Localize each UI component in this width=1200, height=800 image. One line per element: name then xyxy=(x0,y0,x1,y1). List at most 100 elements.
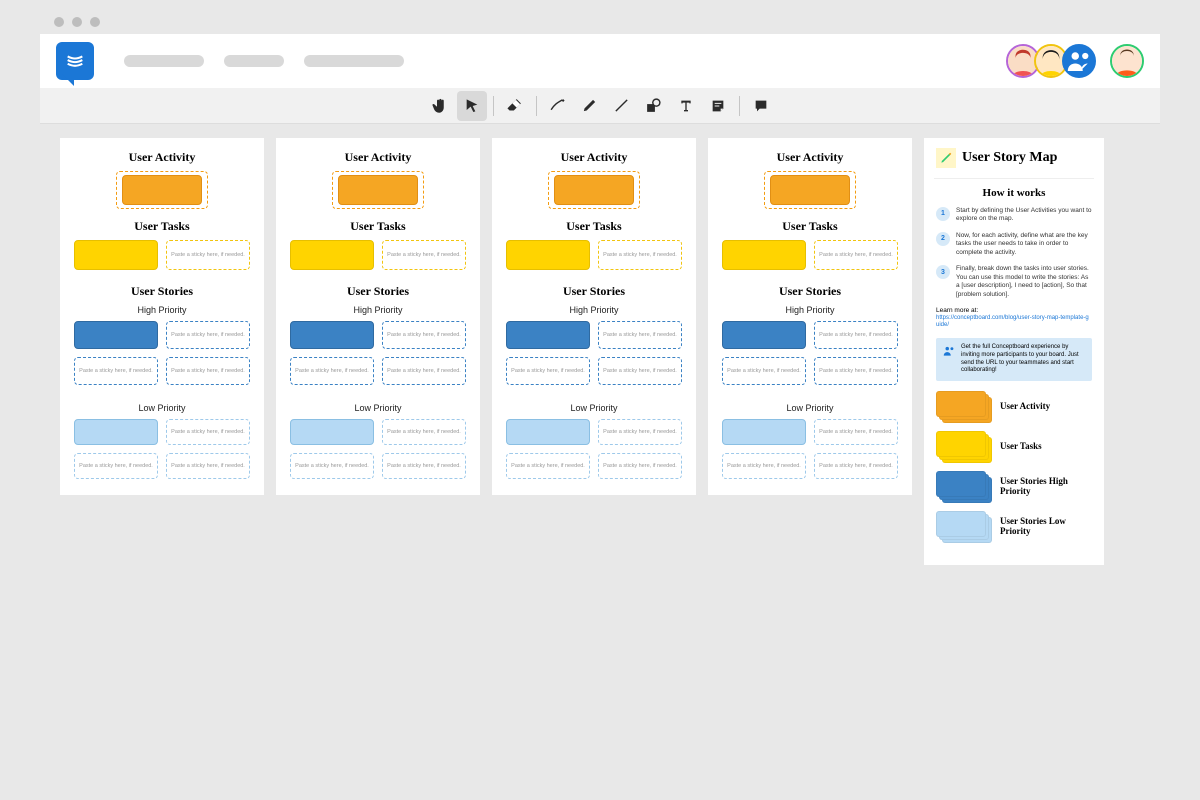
task-card[interactable] xyxy=(74,240,158,270)
story-slot[interactable]: Paste a sticky here, if needed. xyxy=(166,357,250,385)
story-slot[interactable]: Paste a sticky here, if needed. xyxy=(290,453,374,479)
breadcrumb-item[interactable] xyxy=(124,55,204,67)
story-column[interactable]: User Activity User Tasks Paste a sticky … xyxy=(276,138,480,495)
legend-item: User Activity xyxy=(936,391,1092,421)
sticky-tool[interactable] xyxy=(703,91,733,121)
story-slot[interactable]: Paste a sticky here, if needed. xyxy=(722,357,806,385)
section-heading: User Tasks xyxy=(502,219,686,234)
traffic-light-min[interactable] xyxy=(72,17,82,27)
story-slot[interactable]: Paste a sticky here, if needed. xyxy=(166,321,250,349)
add-participants-button[interactable] xyxy=(1062,44,1096,78)
section-heading: User Stories xyxy=(70,284,254,299)
section-heading: User Activity xyxy=(502,150,686,165)
story-slot[interactable]: Paste a sticky here, if needed. xyxy=(598,321,682,349)
task-slot[interactable]: Paste a sticky here, if needed. xyxy=(382,240,466,270)
story-slot[interactable]: Paste a sticky here, if needed. xyxy=(598,419,682,445)
activity-card[interactable] xyxy=(770,175,850,205)
avatar-self[interactable] xyxy=(1110,44,1144,78)
board-canvas[interactable]: User Activity User Tasks Paste a sticky … xyxy=(40,124,1160,579)
story-card-high[interactable] xyxy=(506,321,590,349)
story-slot[interactable]: Paste a sticky here, if needed. xyxy=(382,419,466,445)
toolbar-separator xyxy=(536,96,537,116)
traffic-light-max[interactable] xyxy=(90,17,100,27)
story-slot[interactable]: Paste a sticky here, if needed. xyxy=(814,321,898,349)
line-tool[interactable] xyxy=(607,91,637,121)
story-slot[interactable]: Paste a sticky here, if needed. xyxy=(74,357,158,385)
breadcrumb-item[interactable] xyxy=(304,55,404,67)
traffic-light-close[interactable] xyxy=(54,17,64,27)
app-window: User Activity User Tasks Paste a sticky … xyxy=(40,10,1160,770)
story-column[interactable]: User Activity User Tasks Paste a sticky … xyxy=(708,138,912,495)
story-slot[interactable]: Paste a sticky here, if needed. xyxy=(382,453,466,479)
learn-more: Learn more at:https://conceptboard.com/b… xyxy=(936,307,1092,328)
legend-item: User Tasks xyxy=(936,431,1092,461)
task-card[interactable] xyxy=(506,240,590,270)
activity-card[interactable] xyxy=(338,175,418,205)
story-slot[interactable]: Paste a sticky here, if needed. xyxy=(166,453,250,479)
how-heading: How it works xyxy=(936,187,1092,199)
step-item: 3Finally, break down the tasks into user… xyxy=(936,265,1092,299)
section-heading: User Tasks xyxy=(286,219,470,234)
section-heading: User Activity xyxy=(286,150,470,165)
priority-label: High Priority xyxy=(286,305,470,315)
section-heading: User Stories xyxy=(502,284,686,299)
story-card-high[interactable] xyxy=(74,321,158,349)
story-slot[interactable]: Paste a sticky here, if needed. xyxy=(722,453,806,479)
task-card[interactable] xyxy=(290,240,374,270)
priority-label: High Priority xyxy=(718,305,902,315)
hand-tool[interactable] xyxy=(425,91,455,121)
story-slot[interactable]: Paste a sticky here, if needed. xyxy=(506,357,590,385)
app-logo[interactable] xyxy=(56,42,94,80)
task-slot[interactable]: Paste a sticky here, if needed. xyxy=(166,240,250,270)
task-slot[interactable]: Paste a sticky here, if needed. xyxy=(598,240,682,270)
task-slot[interactable]: Paste a sticky here, if needed. xyxy=(814,240,898,270)
activity-slot[interactable] xyxy=(548,171,640,209)
activity-slot[interactable] xyxy=(116,171,208,209)
section-heading: User Activity xyxy=(70,150,254,165)
breadcrumb-item[interactable] xyxy=(224,55,284,67)
step-item: 1Start by defining the User Activities y… xyxy=(936,207,1092,224)
priority-label: Low Priority xyxy=(502,403,686,413)
select-tool[interactable] xyxy=(457,91,487,121)
story-slot[interactable]: Paste a sticky here, if needed. xyxy=(814,419,898,445)
shape-tool[interactable] xyxy=(639,91,669,121)
toolbar-separator xyxy=(493,96,494,116)
story-card-low[interactable] xyxy=(722,419,806,445)
story-slot[interactable]: Paste a sticky here, if needed. xyxy=(814,453,898,479)
story-column[interactable]: User Activity User Tasks Paste a sticky … xyxy=(60,138,264,495)
story-card-low[interactable] xyxy=(74,419,158,445)
toolbar xyxy=(40,88,1160,124)
story-slot[interactable]: Paste a sticky here, if needed. xyxy=(166,419,250,445)
text-tool[interactable] xyxy=(671,91,701,121)
story-slot[interactable]: Paste a sticky here, if needed. xyxy=(814,357,898,385)
eraser-tool[interactable] xyxy=(500,91,530,121)
task-card[interactable] xyxy=(722,240,806,270)
story-column[interactable]: User Activity User Tasks Paste a sticky … xyxy=(492,138,696,495)
story-slot[interactable]: Paste a sticky here, if needed. xyxy=(74,453,158,479)
story-slot[interactable]: Paste a sticky here, if needed. xyxy=(506,453,590,479)
activity-card[interactable] xyxy=(122,175,202,205)
story-slot[interactable]: Paste a sticky here, if needed. xyxy=(382,321,466,349)
story-slot[interactable]: Paste a sticky here, if needed. xyxy=(290,357,374,385)
story-card-high[interactable] xyxy=(290,321,374,349)
section-heading: User Activity xyxy=(718,150,902,165)
users-icon xyxy=(942,344,956,375)
priority-label: Low Priority xyxy=(718,403,902,413)
pen-tool[interactable] xyxy=(543,91,573,121)
learn-more-link[interactable]: https://conceptboard.com/blog/user-story… xyxy=(936,315,1089,328)
story-slot[interactable]: Paste a sticky here, if needed. xyxy=(382,357,466,385)
story-card-low[interactable] xyxy=(506,419,590,445)
section-heading: User Tasks xyxy=(718,219,902,234)
story-slot[interactable]: Paste a sticky here, if needed. xyxy=(598,357,682,385)
story-slot[interactable]: Paste a sticky here, if needed. xyxy=(598,453,682,479)
comment-tool[interactable] xyxy=(746,91,776,121)
legend-item: User Stories Low Priority xyxy=(936,511,1092,541)
window-chrome xyxy=(40,10,1160,34)
story-card-low[interactable] xyxy=(290,419,374,445)
activity-slot[interactable] xyxy=(764,171,856,209)
activity-slot[interactable] xyxy=(332,171,424,209)
story-card-high[interactable] xyxy=(722,321,806,349)
participants xyxy=(1012,44,1144,78)
marker-tool[interactable] xyxy=(575,91,605,121)
activity-card[interactable] xyxy=(554,175,634,205)
